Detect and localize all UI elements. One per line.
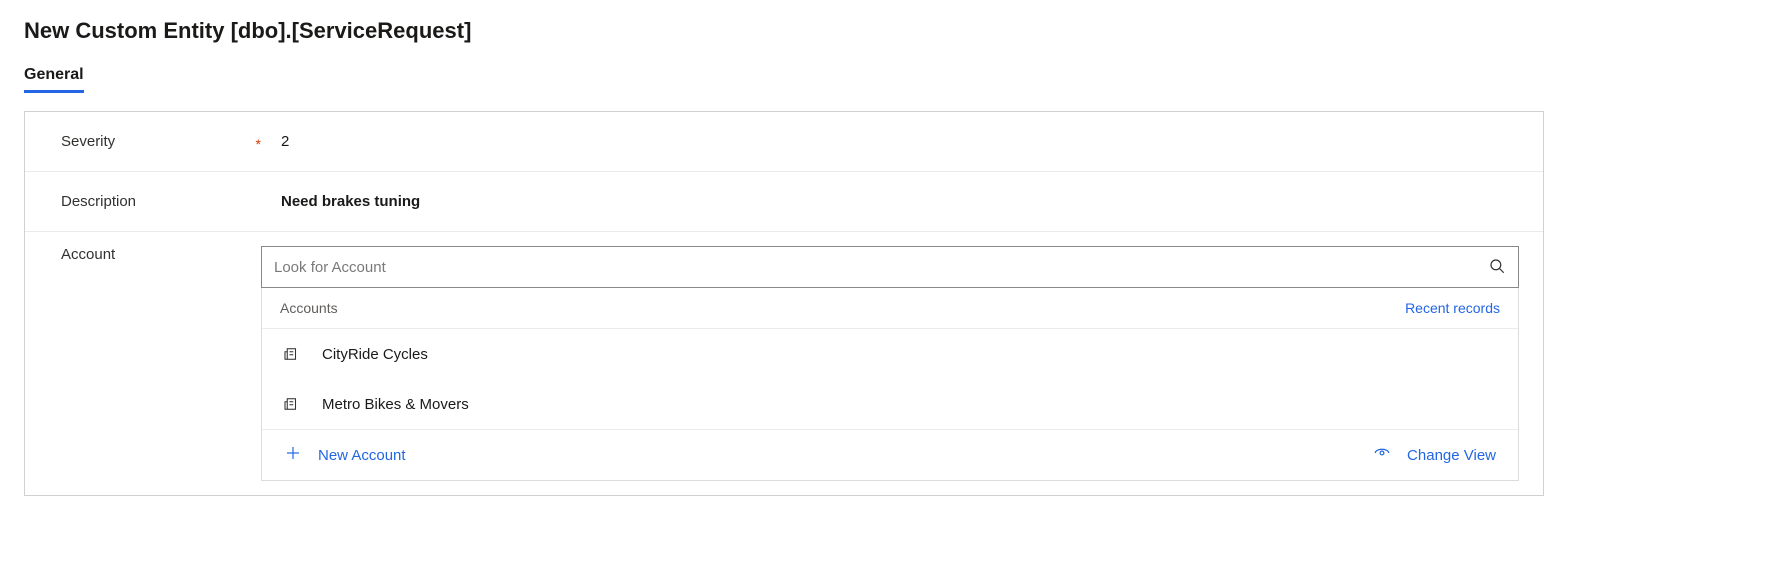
field-label-account: Account [61, 246, 261, 263]
dropdown-footer: New Account Change View [262, 429, 1518, 480]
dropdown-section-label: Accounts [280, 300, 338, 316]
page-title: New Custom Entity [dbo].[ServiceRequest] [24, 18, 1775, 44]
lookup-option[interactable]: CityRide Cycles [262, 329, 1518, 379]
account-lookup-dropdown: Accounts Recent records [261, 288, 1519, 481]
tab-bar: General [24, 66, 1775, 93]
lookup-option[interactable]: Metro Bikes & Movers [262, 379, 1518, 429]
field-label-description: Description [61, 193, 261, 210]
dropdown-list: CityRide Cycles Metro Bikes & Movers [262, 329, 1518, 429]
account-entity-icon [282, 395, 300, 413]
account-entity-icon [282, 345, 300, 363]
required-indicator: * [256, 136, 261, 152]
tab-general[interactable]: General [24, 66, 84, 93]
field-value-description[interactable]: Need brakes tuning [261, 193, 1519, 210]
change-view-icon [1373, 444, 1391, 466]
field-row-description: Description Need brakes tuning [25, 172, 1543, 232]
new-account-action[interactable]: New Account [284, 444, 406, 466]
lookup-option-label: Metro Bikes & Movers [322, 396, 469, 413]
lookup-wrap: Accounts Recent records [261, 246, 1519, 481]
form-panel: Severity * 2 Description Need brakes tun… [24, 111, 1544, 496]
field-value-severity[interactable]: 2 [261, 133, 1519, 150]
recent-records-link[interactable]: Recent records [1405, 300, 1500, 316]
label-text: Account [61, 246, 115, 263]
new-account-label: New Account [318, 447, 406, 464]
plus-icon [284, 444, 302, 466]
account-lookup-input[interactable] [274, 259, 1488, 276]
lookup-option-label: CityRide Cycles [322, 346, 428, 363]
change-view-label: Change View [1407, 447, 1496, 464]
label-text: Severity [61, 133, 115, 150]
account-lookup-input-box[interactable] [261, 246, 1519, 288]
search-icon[interactable] [1488, 257, 1506, 278]
field-row-account: Account Accounts Recent records [25, 232, 1543, 495]
change-view-action[interactable]: Change View [1373, 444, 1496, 466]
dropdown-header: Accounts Recent records [262, 288, 1518, 329]
label-text: Description [61, 193, 136, 210]
field-row-severity: Severity * 2 [25, 112, 1543, 172]
field-label-severity: Severity * [61, 133, 261, 150]
